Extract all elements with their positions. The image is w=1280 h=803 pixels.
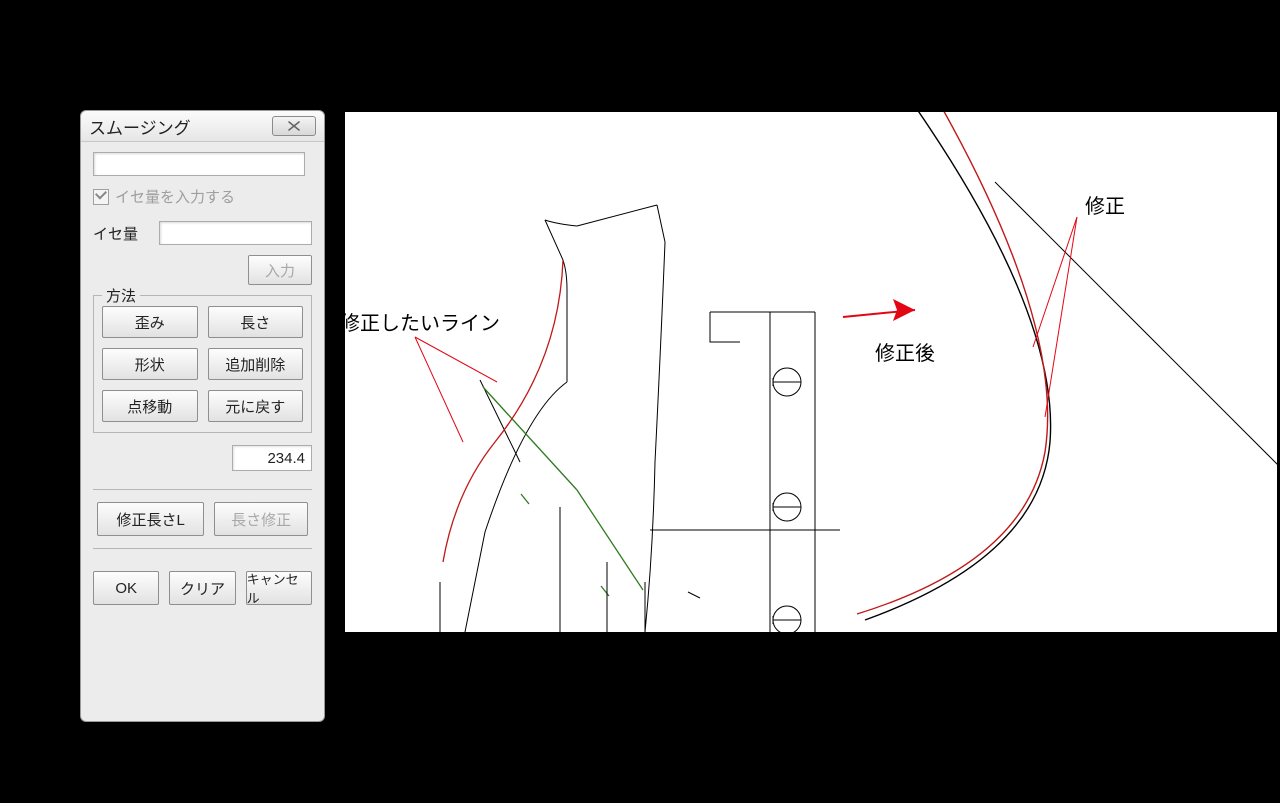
ise-amount-row: イセ量 [93,221,312,245]
title: スムージング [89,114,191,139]
smoothing-dialog: スムージング イセ量を入力する イセ量 入力 方法 歪み 長さ 形状 追加削 [80,110,325,722]
ise-amount-label: イセ量 [93,223,145,244]
move-point-button[interactable]: 点移動 [102,390,198,422]
length-value[interactable]: 234.4 [232,445,312,471]
ise-checkbox-row: イセ量を入力する [93,186,312,207]
pattern-svg [345,112,1277,632]
input-button-row: 入力 [93,255,312,285]
shape-button[interactable]: 形状 [102,348,198,380]
bottom-buttons: OK クリア キャンセル [93,571,312,605]
fix-length-button[interactable]: 長さ修正 [214,502,308,536]
pattern-canvas: 修正したいライン 修正後 修正 [345,112,1277,632]
clear-button[interactable]: クリア [169,571,235,605]
titlebar: スムージング [81,111,324,142]
method-group: 方法 歪み 長さ 形状 追加削除 点移動 元に戻す [93,295,312,433]
label-after-2: 修正 [1085,190,1125,219]
input-button[interactable]: 入力 [248,255,312,285]
ise-checkbox-label: イセ量を入力する [115,186,235,207]
close-icon [287,121,301,131]
length-button[interactable]: 長さ [208,306,304,338]
ok-button[interactable]: OK [93,571,159,605]
ise-checkbox[interactable] [93,189,109,205]
distort-button[interactable]: 歪み [102,306,198,338]
add-remove-button[interactable]: 追加削除 [208,348,304,380]
label-line-to-fix: 修正したいライン [345,307,500,336]
label-after: 修正後 [875,337,935,366]
fix-length-group: 修正長さL 長さ修正 [93,489,312,549]
method-legend: 方法 [102,285,140,306]
dialog-body: イセ量を入力する イセ量 入力 方法 歪み 長さ 形状 追加削除 点移動 元に戻… [81,142,324,617]
undo-button[interactable]: 元に戻す [208,390,304,422]
ise-amount-input[interactable] [159,221,312,245]
fix-length-l-button[interactable]: 修正長さL [97,502,204,536]
value-row: 234.4 [93,445,312,471]
cancel-button[interactable]: キャンセル [246,571,312,605]
top-text-field[interactable] [93,152,305,176]
close-button[interactable] [272,116,316,136]
